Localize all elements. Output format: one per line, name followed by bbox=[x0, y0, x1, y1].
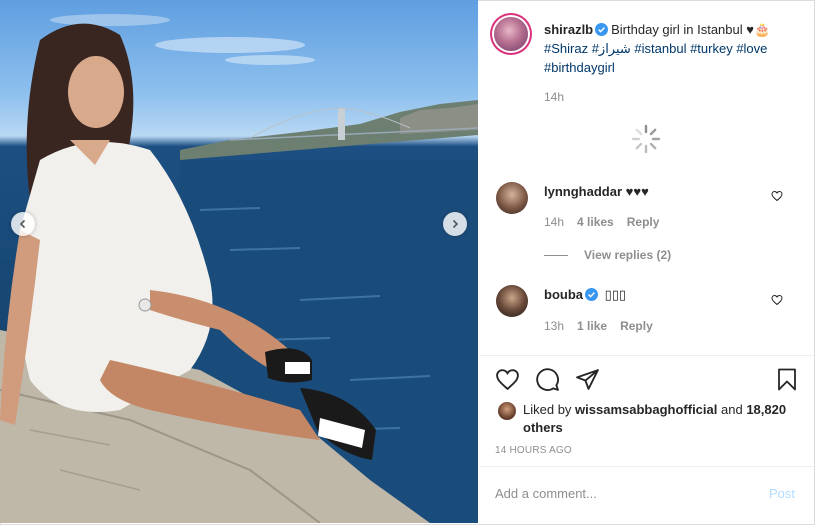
carousel-prev-button[interactable] bbox=[11, 212, 35, 236]
caption-time: 14h bbox=[544, 90, 565, 104]
reply-button[interactable]: Reply bbox=[627, 215, 660, 229]
chevron-left-icon bbox=[19, 219, 26, 229]
comment: bouba ▯▯▯ bbox=[544, 286, 774, 304]
verified-badge-icon bbox=[585, 288, 598, 301]
liked-by-user[interactable]: wissamsabbaghofficial bbox=[575, 402, 717, 417]
comment-username[interactable]: lynnghaddar bbox=[544, 184, 622, 199]
comment-text: ♥♥♥ bbox=[625, 184, 649, 199]
liked-by-prefix: Liked by bbox=[523, 402, 572, 417]
reply-button[interactable]: Reply bbox=[620, 319, 653, 333]
divider bbox=[479, 355, 814, 356]
comment-username[interactable]: bouba bbox=[544, 287, 583, 302]
author-avatar[interactable] bbox=[494, 17, 528, 51]
caption-hashtags[interactable]: #Shiraz #شيراز #istanbul #turkey #love #… bbox=[544, 41, 767, 75]
comment-meta: 13h 1 like Reply bbox=[544, 319, 666, 333]
post-comment-button[interactable]: Post bbox=[769, 486, 795, 501]
author-username[interactable]: shirazlb bbox=[544, 22, 593, 37]
replies-divider-line bbox=[544, 255, 568, 257]
post-details-panel: shirazlb Birthday girl in Istanbul ♥🎂 #Sh… bbox=[479, 0, 814, 523]
commenter-avatar[interactable] bbox=[496, 285, 528, 317]
comment-icon[interactable] bbox=[535, 367, 560, 392]
liker-avatar[interactable] bbox=[498, 402, 516, 420]
post-caption: shirazlb Birthday girl in Istanbul ♥🎂 #Sh… bbox=[544, 20, 799, 77]
view-replies-button[interactable]: View replies (2) bbox=[544, 248, 671, 262]
post-timestamp[interactable]: 14 HOURS AGO bbox=[495, 445, 572, 456]
heart-icon[interactable] bbox=[495, 367, 520, 392]
carousel-next-button[interactable] bbox=[443, 212, 467, 236]
comment-meta: 14h 4 likes Reply bbox=[544, 215, 672, 229]
view-replies-label: View replies (2) bbox=[584, 248, 672, 262]
heart-icon[interactable] bbox=[771, 190, 783, 202]
photo-illustration bbox=[0, 14, 478, 523]
comment: lynnghaddar ♥♥♥ bbox=[544, 183, 774, 201]
share-icon[interactable] bbox=[575, 367, 600, 392]
comment-likes[interactable]: 4 likes bbox=[577, 215, 614, 229]
comment-likes[interactable]: 1 like bbox=[577, 319, 607, 333]
liked-by-joiner: and bbox=[721, 402, 743, 417]
comment-time[interactable]: 13h bbox=[544, 319, 564, 333]
caption-text: Birthday girl in Istanbul ♥🎂 bbox=[611, 22, 771, 37]
comment-time[interactable]: 14h bbox=[544, 215, 564, 229]
bookmark-icon[interactable] bbox=[775, 367, 799, 392]
verified-badge-icon bbox=[595, 23, 609, 36]
liked-by-summary: Liked by wissamsabbaghofficial and 18,82… bbox=[523, 401, 793, 437]
post-photo[interactable] bbox=[0, 0, 478, 523]
divider bbox=[479, 466, 814, 467]
loading-spinner-icon bbox=[631, 124, 661, 154]
comment-input[interactable]: Add a comment... bbox=[495, 486, 745, 501]
chevron-right-icon bbox=[452, 219, 459, 229]
commenter-avatar[interactable] bbox=[496, 182, 528, 214]
comment-text: ▯▯▯ bbox=[604, 287, 627, 302]
heart-icon[interactable] bbox=[771, 294, 783, 306]
